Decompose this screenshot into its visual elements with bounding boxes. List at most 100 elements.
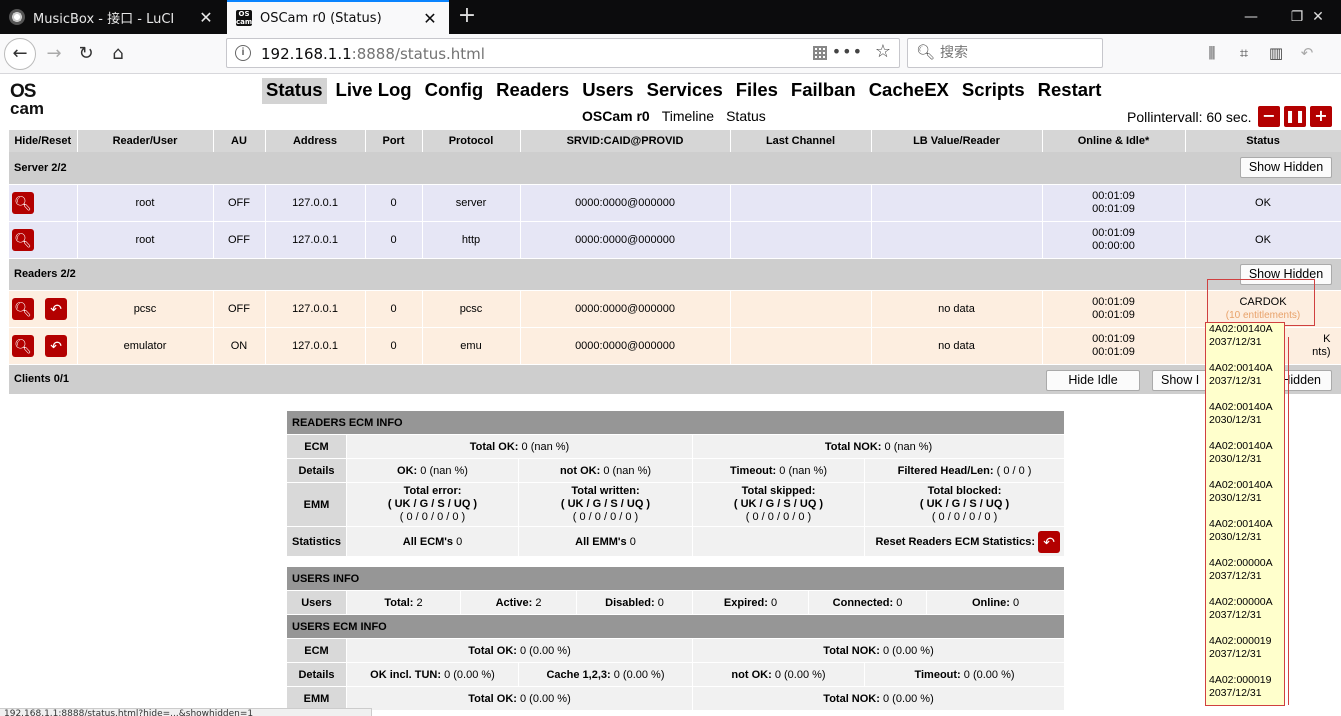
- entitlement-id: 4A02:00140A: [1209, 323, 1273, 335]
- total-nok: Total NOK: 0 (0.00 %): [691, 638, 1066, 663]
- status-header-row: Hide/Reset Reader/User AU Address Port P…: [9, 130, 1341, 152]
- col-online-idle: Online & Idle*: [1042, 130, 1186, 152]
- ok-cell: OK: 0 (nan %): [346, 458, 519, 483]
- total-nok-label: Total NOK:: [823, 644, 880, 657]
- close-icon[interactable]: ✕: [195, 8, 217, 27]
- users-connected: Connected: 0: [808, 590, 927, 615]
- close-icon[interactable]: ✕: [419, 9, 441, 28]
- server-show-hidden-button[interactable]: Show Hidden: [1240, 157, 1332, 178]
- info-icon[interactable]: i: [235, 45, 251, 61]
- menu-services[interactable]: Services: [643, 78, 727, 104]
- menu-users[interactable]: Users: [578, 78, 637, 104]
- col-protocol: Protocol: [422, 130, 521, 152]
- users-disabled: Disabled: 0: [576, 590, 693, 615]
- timeout-label: Timeout:: [729, 464, 777, 477]
- screenshot-crop-icon[interactable]: ⌗: [1233, 42, 1255, 64]
- au: ON: [213, 327, 266, 365]
- menu-cacheex[interactable]: CacheEX: [865, 78, 953, 104]
- emm-label: EMM: [286, 482, 347, 527]
- lb-value: [871, 184, 1043, 222]
- entitlement-id: 4A02:00000A: [1209, 557, 1273, 569]
- timeout-cell: Timeout: 0 (nan %): [692, 458, 865, 483]
- au: OFF: [213, 184, 266, 222]
- new-tab-plus-icon[interactable]: +: [455, 4, 479, 30]
- search-input[interactable]: [938, 44, 1088, 62]
- search-box[interactable]: 🔍︎: [907, 38, 1103, 68]
- submenu-timeline[interactable]: Timeline: [662, 108, 714, 124]
- online-time: 00:01:09: [1092, 332, 1135, 345]
- users-total-value: 2: [416, 596, 423, 609]
- url-bar[interactable]: i 192.168.1.1:8888/status.html ••• ☆: [226, 38, 900, 68]
- undo-icon[interactable]: ↶: [1296, 42, 1318, 64]
- col-hide-reset: Hide/Reset: [9, 130, 78, 152]
- zoom-hide-icon[interactable]: 🔍︎: [12, 297, 34, 320]
- hide-idle-button[interactable]: Hide Idle: [1046, 369, 1140, 391]
- menu-failban[interactable]: Failban: [787, 78, 860, 104]
- reset-arrow-icon[interactable]: ↶: [45, 334, 68, 357]
- page-actions-icon[interactable]: •••: [832, 42, 863, 61]
- emm-skipped-cell: Total skipped:( UK / G / S / UQ )( 0 / 0…: [692, 482, 865, 527]
- col-address: Address: [265, 130, 366, 152]
- entitlement-id: 4A02:00140A: [1209, 479, 1273, 491]
- last-channel: [730, 327, 872, 365]
- poll-increase-button[interactable]: +: [1310, 106, 1332, 127]
- menu-restart[interactable]: Restart: [1034, 78, 1106, 104]
- url-path: :8888/status.html: [351, 45, 485, 63]
- srvid: 0000:0000@000000: [520, 221, 731, 259]
- last-channel: [730, 221, 872, 259]
- users-ecm-title: USERS ECM INFO: [285, 614, 1066, 639]
- timeout-cell: Timeout: 0 (0.00 %): [863, 662, 1066, 687]
- tab-oscam-status[interactable]: OS cam OSCam r0 (Status) ✕: [227, 0, 449, 34]
- cache-label: Cache 1,2,3:: [546, 668, 611, 681]
- emm-total-nok-value: 0 (0.00 %): [882, 692, 934, 705]
- menu-scripts[interactable]: Scripts: [958, 78, 1029, 104]
- timeout-value: 0 (0.00 %): [963, 668, 1015, 681]
- bookmark-star-icon[interactable]: ☆: [875, 41, 891, 62]
- zoom-hide-icon[interactable]: 🔍︎: [12, 191, 34, 214]
- menu-status[interactable]: Status: [262, 78, 327, 104]
- cardok-highlight-box: [1207, 279, 1315, 326]
- qr-code-icon[interactable]: [813, 46, 827, 60]
- reset-arrow-icon[interactable]: ↶: [45, 297, 68, 320]
- users-total: Total: 2: [346, 590, 461, 615]
- window-close-icon[interactable]: ✕: [1295, 0, 1341, 34]
- total-nok-value: 0 (0.00 %): [882, 644, 934, 657]
- submenu-status[interactable]: Status: [726, 108, 766, 124]
- library-icon[interactable]: ⫼: [1201, 42, 1223, 64]
- poll-pause-button[interactable]: ❚❚: [1284, 106, 1306, 127]
- zoom-hide-icon[interactable]: 🔍︎: [12, 334, 34, 357]
- tab-musicbox[interactable]: MusicBox - 接口 - LuCI ✕: [0, 0, 225, 34]
- list-item: 4A02:00140A 2030/12/31: [1206, 518, 1284, 557]
- minimize-icon[interactable]: —: [1228, 0, 1274, 34]
- menu-files[interactable]: Files: [732, 78, 782, 104]
- menu-readers[interactable]: Readers: [492, 78, 573, 104]
- address: 127.0.0.1: [265, 327, 366, 365]
- entitlement-id: 4A02:00140A: [1209, 518, 1273, 530]
- reload-icon[interactable]: ↻: [70, 38, 102, 70]
- entitlement-id: 4A02:000019: [1209, 635, 1272, 647]
- server-group-label: Server 2/2: [14, 161, 67, 174]
- col-reader-user: Reader/User: [77, 130, 214, 152]
- protocol: http: [422, 221, 521, 259]
- users-active: Active: 2: [460, 590, 577, 615]
- sidebar-icon[interactable]: ▥: [1265, 42, 1287, 64]
- entitlements-link[interactable]: nts): [1312, 346, 1330, 358]
- users-connected-value: 0: [896, 596, 903, 609]
- col-port: Port: [365, 130, 423, 152]
- emm-total-nok: Total NOK: 0 (0.00 %): [691, 686, 1066, 711]
- hide-reset-cell: 🔍︎ ↶: [9, 290, 78, 328]
- emm-sub: ( UK / G / S / UQ ): [919, 498, 1010, 510]
- poll-decrease-button[interactable]: −: [1258, 106, 1280, 127]
- emm-vals: ( 0 / 0 / 0 / 0 ): [572, 511, 639, 523]
- zoom-hide-icon[interactable]: 🔍︎: [12, 228, 34, 251]
- online-idle: 00:01:09 00:01:09: [1042, 184, 1186, 222]
- status-value: OK: [1185, 184, 1341, 222]
- menu-live-log[interactable]: Live Log: [332, 78, 416, 104]
- forward-arrow-icon[interactable]: →: [38, 38, 70, 70]
- home-icon[interactable]: ⌂: [102, 38, 134, 70]
- reset-stats-icon[interactable]: ↶: [1038, 530, 1061, 553]
- back-arrow-icon[interactable]: ←: [4, 38, 36, 70]
- menu-config[interactable]: Config: [421, 78, 488, 104]
- srvid: 0000:0000@000000: [520, 184, 731, 222]
- entitlement-id: 4A02:000019: [1209, 674, 1272, 686]
